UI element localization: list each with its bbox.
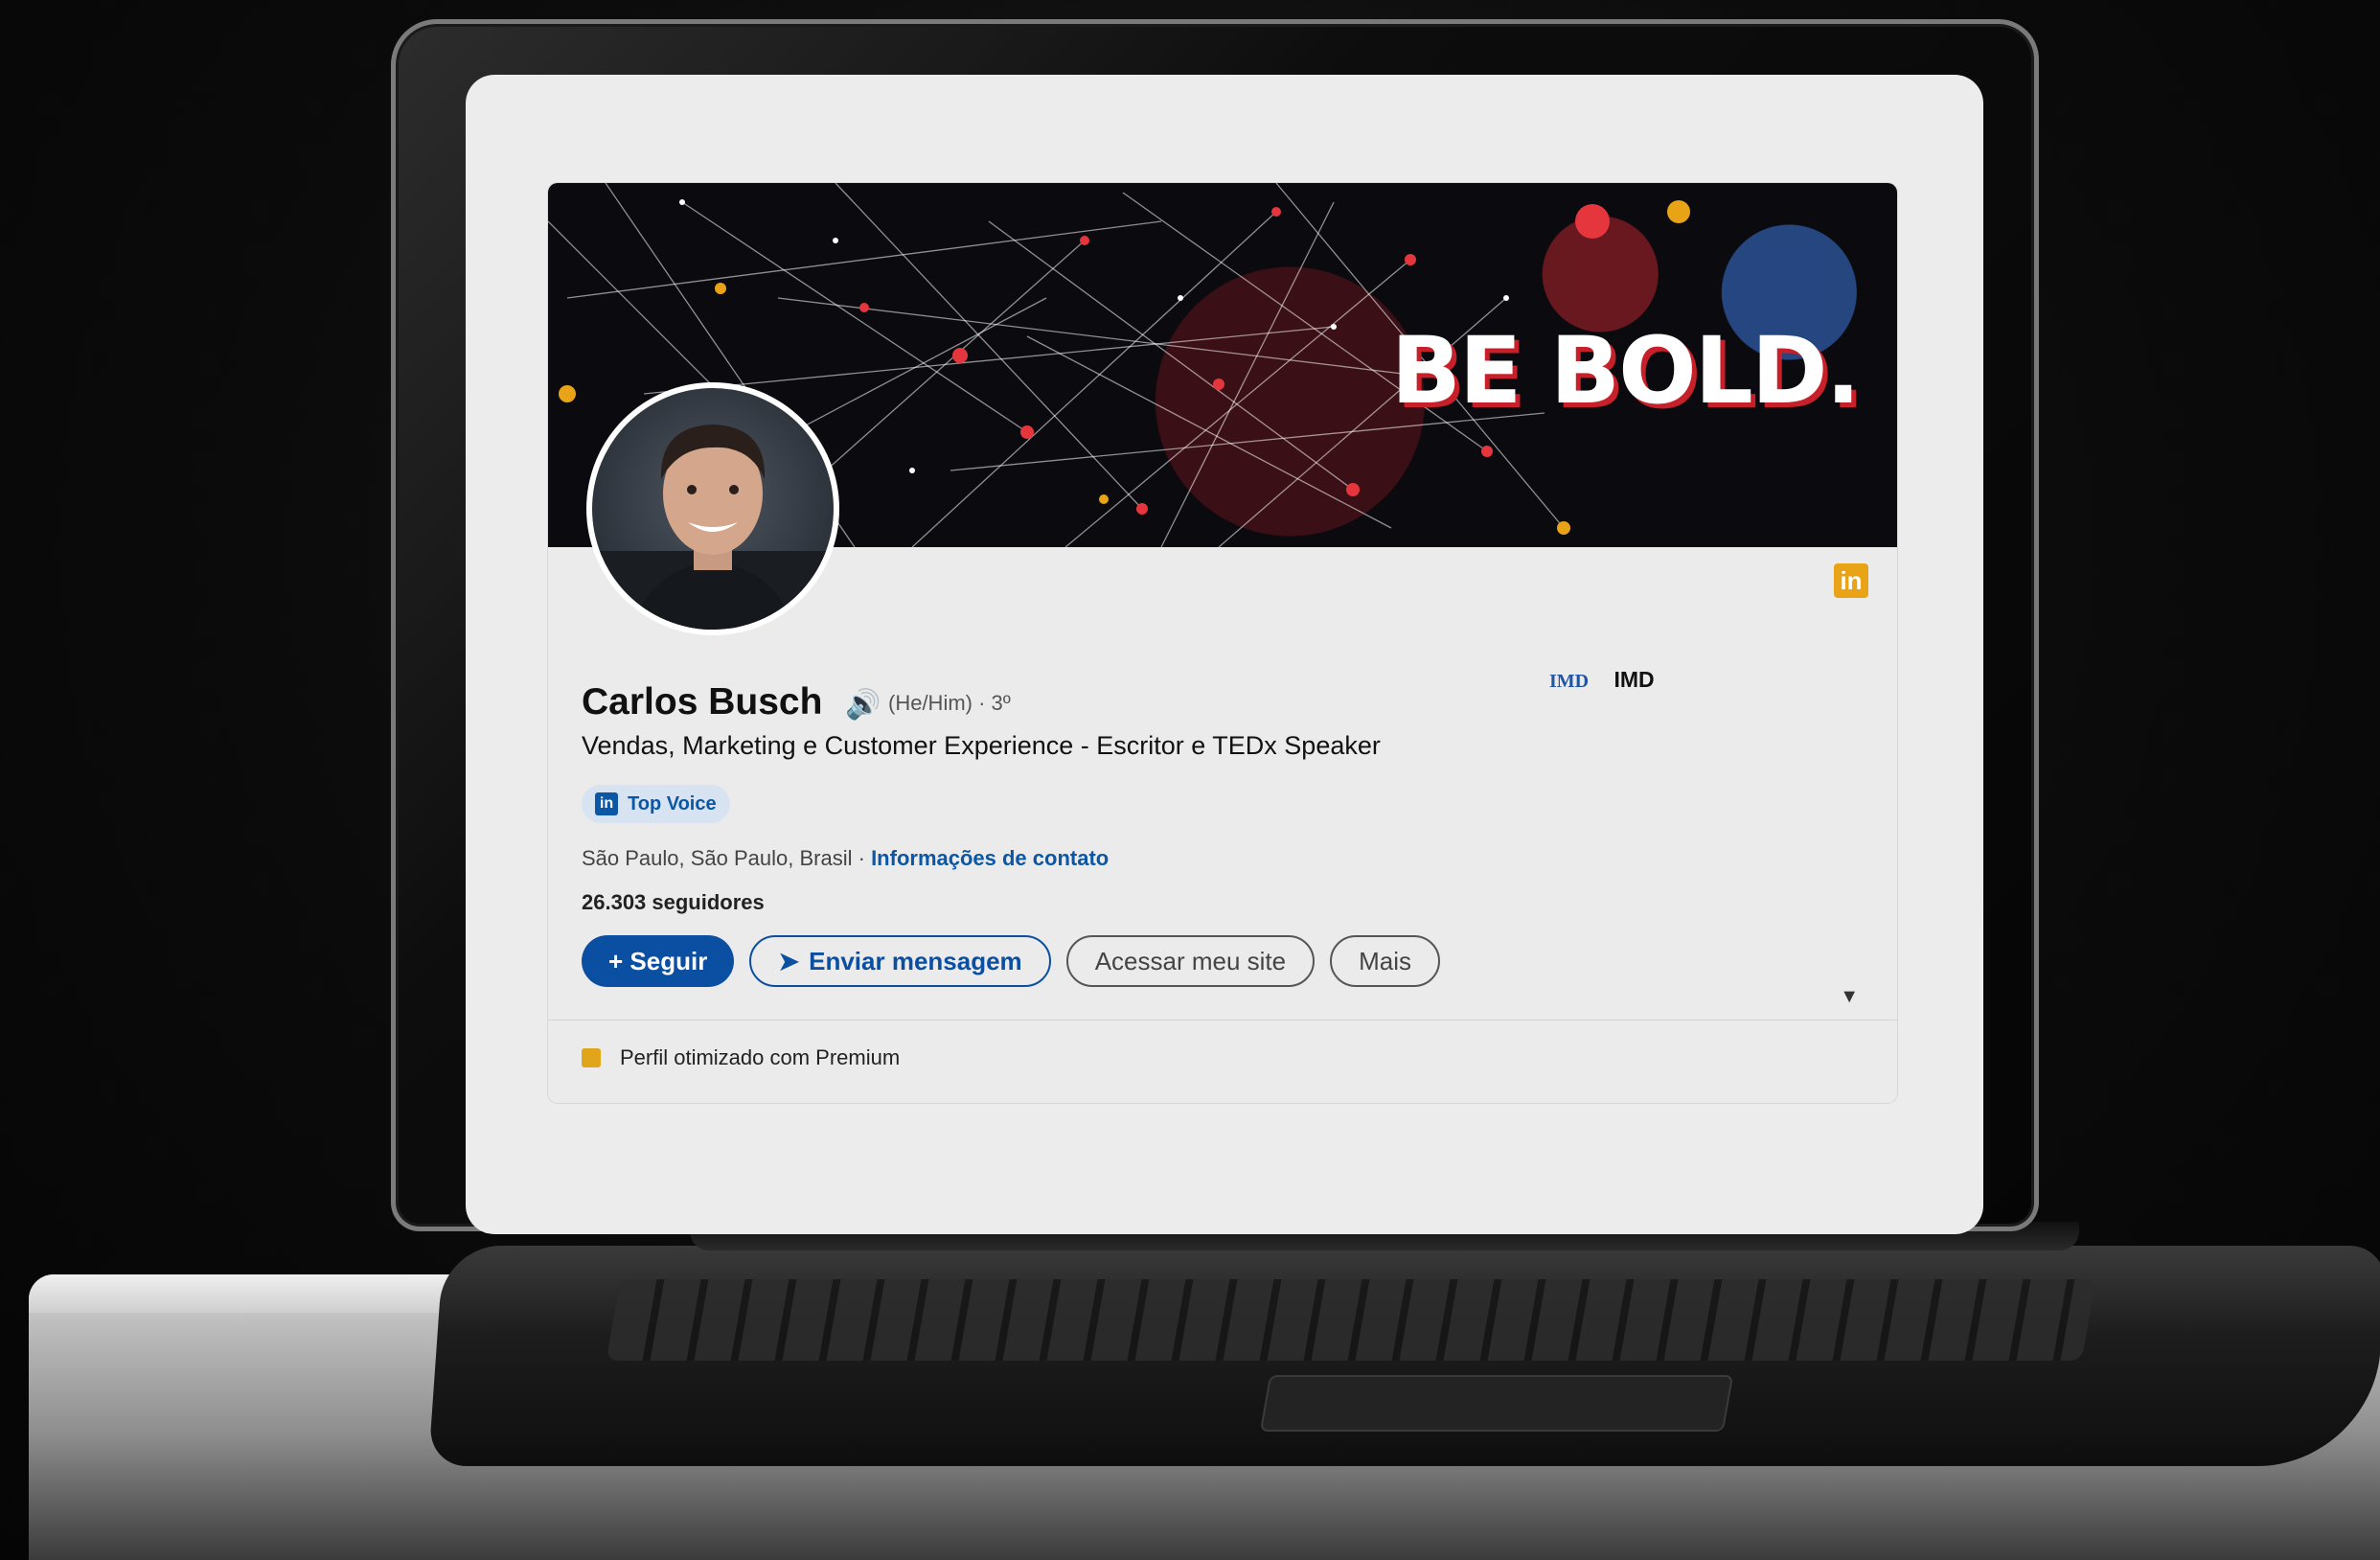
laptop-screen: BE BOLD. in Carlos Busch 🔊 (He/Him) · 3º: [466, 75, 1983, 1234]
send-message-label: Enviar mensagem: [809, 946, 1022, 975]
speaker-icon[interactable]: 🔊: [845, 688, 881, 722]
location-text: São Paulo, São Paulo, Brasil ·: [582, 846, 872, 870]
linkedin-icon[interactable]: in: [1834, 563, 1868, 598]
profile-name: Carlos Busch: [582, 681, 823, 723]
company-logo: IMD: [1549, 671, 1590, 692]
linkedin-badge-icon: in: [595, 792, 618, 815]
divider: [548, 1020, 1897, 1021]
keyboard: [606, 1279, 2096, 1361]
more-button[interactable]: Mais: [1330, 935, 1440, 987]
chevron-down-icon[interactable]: ▼: [1840, 986, 1859, 1008]
banner-slogan: BE BOLD.: [1390, 317, 1861, 424]
trackpad: [1259, 1375, 1734, 1432]
premium-icon: [582, 1048, 601, 1067]
send-icon: ➤: [778, 946, 800, 975]
premium-label: Perfil otimizado com Premium: [620, 1045, 901, 1069]
profile-card: BE BOLD. in Carlos Busch 🔊 (He/Him) · 3º: [548, 183, 1897, 1103]
profile-headline: Vendas, Marketing e Customer Experience …: [582, 731, 1381, 760]
profile-pronouns: (He/Him) · 3º: [888, 691, 1011, 715]
contact-info-link[interactable]: Informações de contato: [871, 846, 1109, 870]
premium-banner[interactable]: Perfil otimizado com Premium: [582, 1045, 900, 1070]
follow-button[interactable]: + Seguir: [582, 935, 735, 987]
followers-count[interactable]: 26.303 seguidores: [582, 890, 765, 915]
profile-location: São Paulo, São Paulo, Brasil · Informaçõ…: [582, 846, 1109, 871]
company-name: IMD: [1613, 667, 1655, 692]
send-message-button[interactable]: ➤ Enviar mensagem: [749, 935, 1051, 987]
profile-avatar[interactable]: [586, 382, 839, 635]
badge-label: Top Voice: [628, 792, 717, 814]
avatar-photo: [592, 388, 834, 630]
profile-actions: + Seguir ➤ Enviar mensagem Acessar meu s…: [582, 935, 1440, 987]
top-voice-badge[interactable]: in Top Voice: [582, 785, 730, 823]
current-company[interactable]: IMD IMD: [1549, 667, 1655, 693]
visit-site-button[interactable]: Acessar meu site: [1065, 935, 1316, 987]
